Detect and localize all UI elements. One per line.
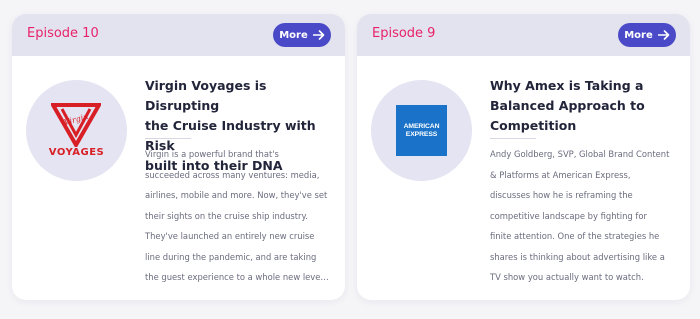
title-line: Competition <box>490 118 577 133</box>
description-line: airlines, mobile and more. Now, they've … <box>145 190 328 200</box>
arrow-right-icon <box>312 30 325 40</box>
description-line: discusses how he is reframing the <box>490 190 633 200</box>
title-divider <box>490 138 536 139</box>
title-divider <box>145 138 191 139</box>
description-line: line during the pandemic, and are taking <box>145 251 317 262</box>
arrow-right-icon <box>657 30 670 40</box>
title-line: Balanced Approach to <box>490 98 645 113</box>
amex-line-2: EXPRESS <box>405 130 438 138</box>
card-header: Episode 10 More <box>12 14 345 56</box>
more-button[interactable]: More <box>618 23 676 47</box>
description-line: Andy Goldberg, SVP, Global Brand Content <box>490 149 670 159</box>
more-button-label: More <box>624 29 653 41</box>
description-line: finite attention. One of the strategies … <box>490 231 660 241</box>
episode-label: Episode 10 <box>27 26 99 41</box>
description-line: TV show you actually want to watch. <box>490 272 644 282</box>
episode-label: Episode 9 <box>372 26 436 41</box>
episode-description: Virgin is a powerful brand that's succee… <box>145 144 335 288</box>
description-line: Virgin is a powerful brand that's <box>145 149 279 159</box>
episode-card: Episode 9 More AMERICAN EXPRESS Why Amex… <box>357 14 690 300</box>
virgin-voyages-emblem-icon: Virgin <box>51 103 102 147</box>
episode-description: Andy Goldberg, SVP, Global Brand Content… <box>490 144 680 288</box>
description-line: their sights on the cruise ship industry… <box>145 210 308 221</box>
amex-logo-box: AMERICAN EXPRESS <box>396 105 447 156</box>
more-button-label: More <box>279 29 308 41</box>
more-button[interactable]: More <box>273 23 331 47</box>
card-header: Episode 9 More <box>357 14 690 56</box>
voyages-wordmark: VOYAGES <box>48 147 105 158</box>
virgin-voyages-logo: Virgin VOYAGES <box>26 80 127 181</box>
description-line: succeeded across many ventures: media, <box>145 169 320 180</box>
description-line: shares is thinking about advertising lik… <box>490 251 665 262</box>
episode-title[interactable]: Why Amex is Taking a Balanced Approach t… <box>490 76 680 136</box>
title-line: Why Amex is Taking a <box>490 78 644 93</box>
description-line: the guest experience to a whole new leve… <box>145 272 329 282</box>
description-line: & Platforms at American Express, <box>490 169 631 180</box>
title-line: Virgin Voyages is Disrupting <box>145 78 267 113</box>
amex-line-1: AMERICAN <box>403 122 440 130</box>
episode-card: Episode 10 More Virgin VOYAGES Virgin Vo… <box>12 14 345 300</box>
description-line: competitive landscape by fighting for <box>490 210 647 221</box>
description-line: They've launched an entirely new cruise <box>145 231 315 241</box>
american-express-logo: AMERICAN EXPRESS <box>371 80 472 181</box>
